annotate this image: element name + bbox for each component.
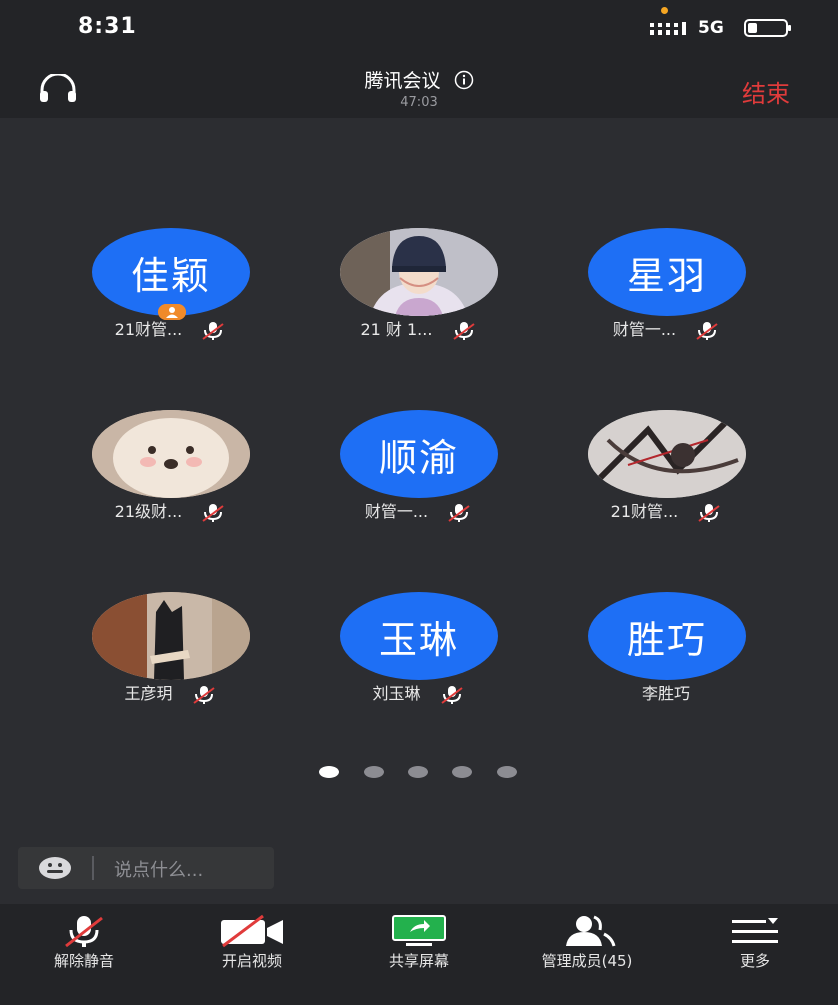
avatar: 玉琳 [340,592,498,680]
participant-name-row: 21级财... [70,498,270,523]
camera-indicator-dot [661,7,668,14]
avatar-photo [92,410,250,498]
photo-ink-art [588,410,746,498]
mic-muted-icon [202,503,224,522]
avatar: 胜巧 [588,592,746,680]
unmute-button[interactable]: 解除静音 [9,904,159,1005]
avatar-initials: 胜巧 [626,617,707,662]
members-icon [566,915,616,947]
photo-portrait-girl [340,228,498,316]
top-bar: 8:31 5G 腾讯会议 47:03 结束 [0,0,838,118]
status-bar: 8:31 5G [0,0,838,58]
mic-muted-icon [192,685,215,704]
participant-name-row: 21财管... [566,498,766,523]
avatar-initials: 佳颖 [130,253,211,298]
participant-tile[interactable]: 顺渝 财管一... [318,410,518,530]
participant-tile[interactable]: 王彦玥 [70,592,270,712]
participant-name: 21 财 1... [360,320,433,339]
page-indicator[interactable] [316,766,526,780]
avatar-initials: 顺渝 [378,435,459,480]
mic-muted-icon [698,503,720,522]
meeting-title: 腾讯会议 [364,70,441,92]
participant-name-row: 刘玉琳 [318,680,518,705]
start-video-button[interactable]: 开启视频 [177,904,327,1005]
participant-name: 21财管... [610,502,679,521]
participant-tile[interactable]: 玉琳 刘玉琳 [318,592,518,712]
participant-tile[interactable]: 佳颖 21财管... [70,228,270,348]
participant-tile[interactable]: 星羽 财管一... [566,228,766,348]
info-icon[interactable] [454,70,474,90]
photo-plush-toy [92,410,250,498]
meeting-timer: 47:03 [400,95,438,110]
mic-muted-icon [440,685,463,704]
participant-name: 21财管... [114,320,183,339]
headset-icon[interactable] [38,74,78,104]
participant-tile[interactable]: 21级财... [70,410,270,530]
page-dot[interactable] [408,766,428,778]
network-type: 5G [698,18,724,38]
photo-cat [92,592,250,680]
battery-icon [744,19,791,37]
avatar-photo [340,228,498,316]
mic-muted-icon [696,321,718,340]
mic-muted-icon [202,321,224,340]
chat-placeholder: 说点什么... [114,860,204,881]
page-dot[interactable] [364,766,384,778]
participant-name: 财管一... [364,502,429,521]
mic-muted-icon [452,321,475,340]
share-screen-label: 共享屏幕 [388,952,449,970]
avatar-photo [588,410,746,498]
mic-muted-icon [448,503,470,522]
avatar: 顺渝 [340,410,498,498]
participant-tile[interactable]: 21财管... [566,410,766,530]
meeting-title-area[interactable]: 腾讯会议 [319,66,519,93]
more-menu-icon [732,918,778,943]
avatar: 星羽 [588,228,746,316]
page-dot-active[interactable] [319,766,339,778]
participant-name: 李胜巧 [641,684,690,703]
page-dot[interactable] [497,766,517,778]
participant-tile[interactable]: 21 财 1... [318,228,518,348]
participant-name-row: 21 财 1... [318,316,518,341]
status-time: 8:31 [78,14,137,39]
signal-icon [650,22,686,35]
participant-name-row: 李胜巧 [566,680,766,704]
participant-name: 财管一... [612,320,677,339]
video-off-icon [221,914,283,948]
page-dot[interactable] [452,766,472,778]
bottom-toolbar: 解除静音 开启视频 共享屏幕 管理成员(45) 更多 [0,904,838,1005]
participant-name: 王彦玥 [124,684,173,703]
start-video-label: 开启视频 [221,952,282,970]
more-button[interactable]: 更多 [680,904,830,1005]
end-meeting-button[interactable]: 结束 [742,74,790,109]
avatar: 佳颖 [92,228,250,316]
avatar-photo [92,592,250,680]
participant-name: 21级财... [114,502,183,521]
microphone-muted-icon [65,916,103,948]
chat-input[interactable]: 说点什么... [18,847,274,889]
participant-name-row: 王彦玥 [70,680,270,705]
participant-name-row: 财管一... [566,316,766,341]
avatar-initials: 玉琳 [378,617,459,662]
participant-name-row: 21财管... [70,316,270,341]
share-screen-button[interactable]: 共享屏幕 [344,904,494,1005]
participant-tile[interactable]: 胜巧 李胜巧 [566,592,766,712]
more-label: 更多 [739,952,770,970]
emoji-icon[interactable] [38,856,72,880]
avatar-initials: 星羽 [626,253,707,298]
manage-members-label: 管理成员(45) [541,952,633,970]
participant-name-row: 财管一... [318,498,518,523]
manage-members-button[interactable]: 管理成员(45) [512,904,662,1005]
participant-name: 刘玉琳 [372,684,421,703]
unmute-label: 解除静音 [53,952,114,970]
share-screen-icon [392,915,446,946]
chat-divider [92,856,94,880]
